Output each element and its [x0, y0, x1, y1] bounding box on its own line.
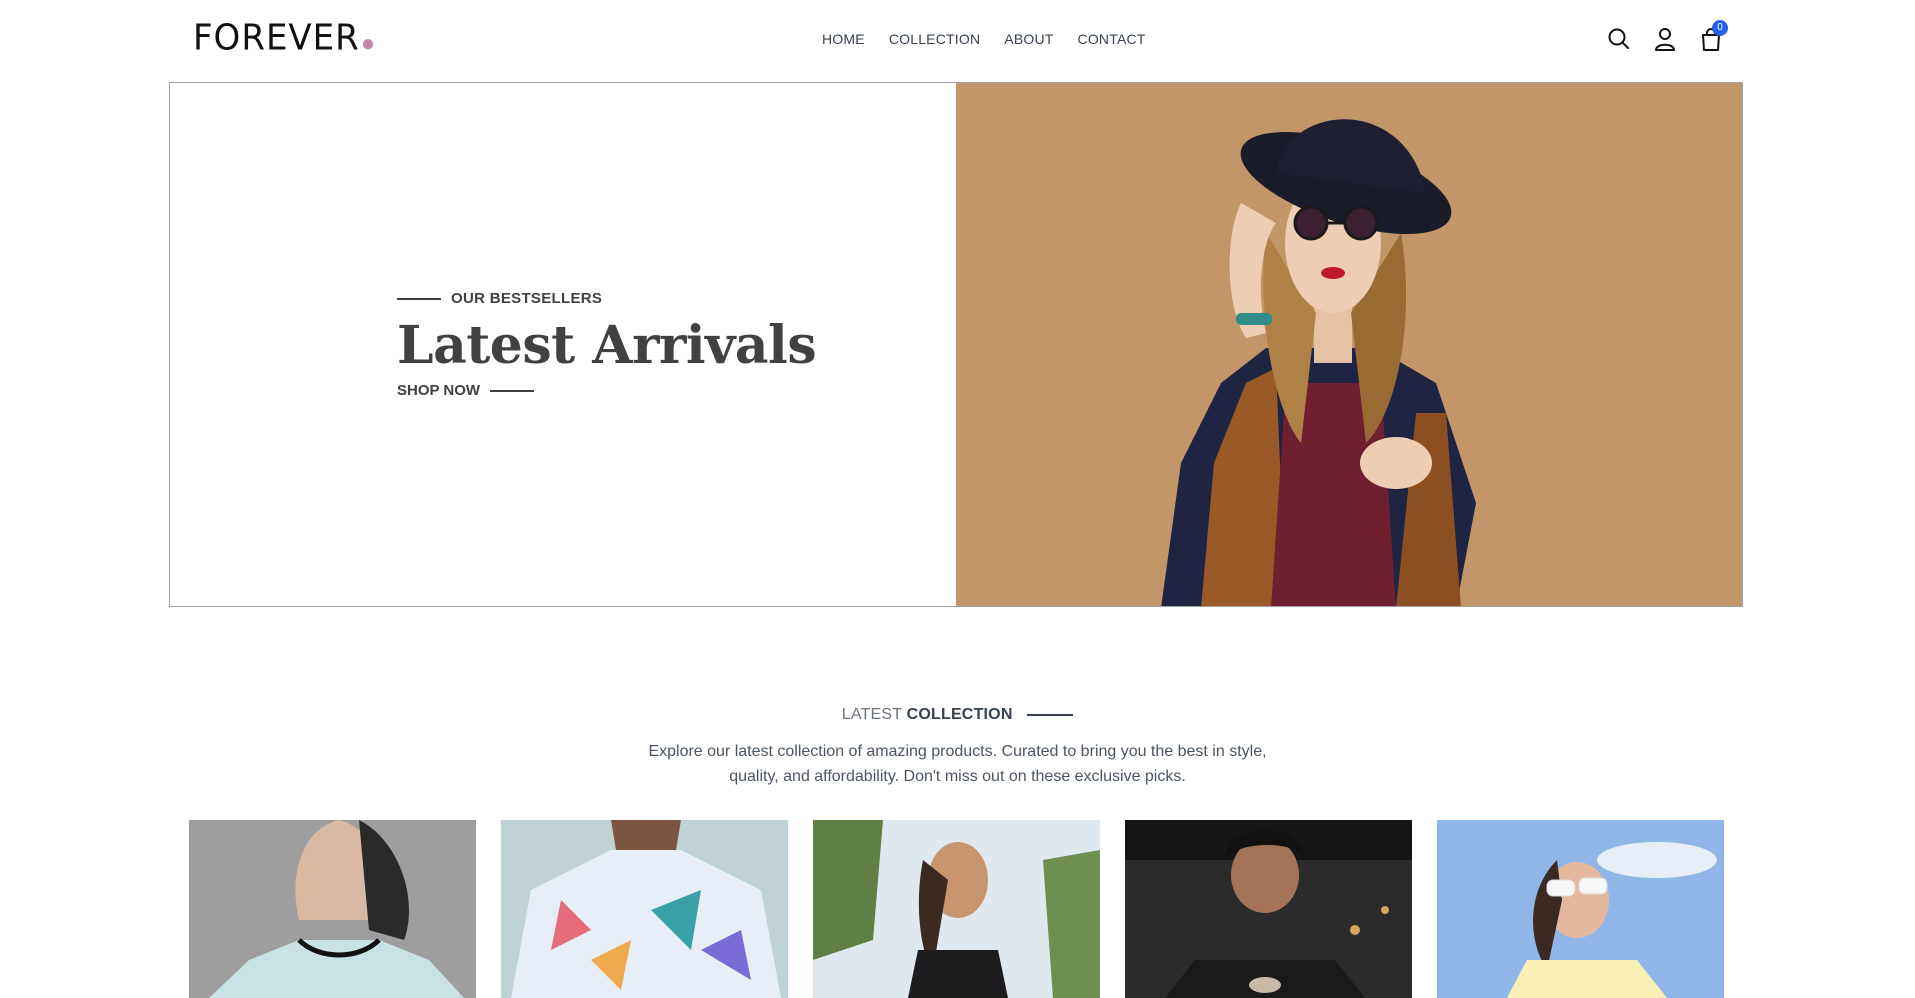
- cart-count-badge: 0: [1712, 20, 1728, 36]
- hero-eyebrow: OUR BESTSELLERS: [451, 290, 603, 307]
- main-nav: HOME COLLECTION ABOUT CONTACT: [822, 31, 1146, 47]
- product-card[interactable]: [1125, 820, 1412, 998]
- hero-banner: OUR BESTSELLERS Latest Arrivals SHOP NOW: [169, 82, 1743, 607]
- divider-line: [490, 389, 535, 392]
- header-actions: 0: [1606, 20, 1728, 52]
- nav-contact[interactable]: CONTACT: [1078, 31, 1146, 47]
- nav-home[interactable]: HOME: [822, 31, 865, 47]
- logo-dot: [362, 39, 373, 50]
- description-line-1: Explore our latest collection of amazing…: [648, 743, 1267, 760]
- logo-text: FOREVER: [193, 17, 360, 59]
- product-card[interactable]: [813, 820, 1100, 998]
- product-card[interactable]: [1437, 820, 1724, 998]
- hero-copy: OUR BESTSELLERS Latest Arrivals SHOP NOW: [397, 290, 817, 399]
- shop-now-label: SHOP NOW: [397, 382, 481, 400]
- product-image: [501, 820, 788, 998]
- latest-collection-title: LATEST COLLECTION: [0, 706, 1915, 724]
- hero-text-panel: OUR BESTSELLERS Latest Arrivals SHOP NOW: [170, 83, 956, 606]
- logo[interactable]: FOREVER: [193, 17, 373, 59]
- title-light: LATEST: [841, 706, 902, 723]
- title-rule: [1027, 713, 1074, 716]
- nav-about[interactable]: ABOUT: [1004, 31, 1053, 47]
- title-bold: COLLECTION: [906, 706, 1013, 723]
- shop-now-link[interactable]: SHOP NOW: [397, 382, 816, 399]
- product-image: [1437, 820, 1724, 998]
- search-icon[interactable]: [1606, 26, 1632, 52]
- product-image: [813, 820, 1100, 998]
- product-card[interactable]: [189, 820, 476, 998]
- product-image: [189, 820, 476, 998]
- hero-title: Latest Arrivals: [397, 315, 817, 376]
- latest-collection-description: Explore our latest collection of amazing…: [0, 740, 1915, 790]
- cart-icon[interactable]: 0: [1698, 20, 1728, 52]
- user-icon[interactable]: [1652, 26, 1678, 52]
- description-line-2: quality, and affordability. Don't miss o…: [729, 767, 1186, 785]
- nav-collection[interactable]: COLLECTION: [889, 31, 980, 47]
- product-image: [1125, 820, 1412, 998]
- site-header: FOREVER HOME COLLECTION ABOUT CONTACT 0: [0, 0, 1915, 80]
- hero-image: [956, 83, 1742, 606]
- divider-line: [397, 297, 441, 300]
- hero-eyebrow-row: OUR BESTSELLERS: [397, 290, 816, 307]
- product-card[interactable]: [501, 820, 788, 998]
